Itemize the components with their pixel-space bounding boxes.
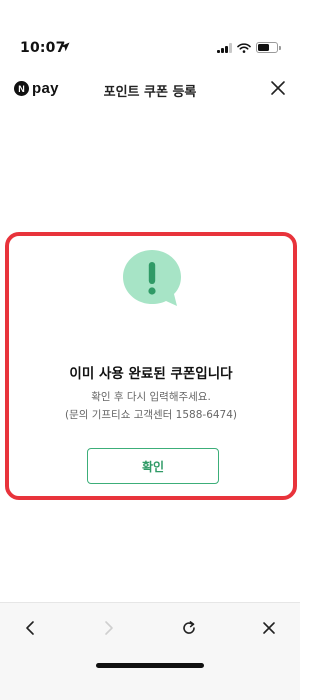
dialog-message: 확인 후 다시 입력해주세요. (문의 기프티쇼 고객센터 1588-6474) — [9, 388, 293, 424]
back-button[interactable] — [19, 617, 41, 639]
status-time: 10:07 — [20, 40, 66, 56]
confirm-button[interactable]: 확인 — [87, 448, 219, 484]
chevron-right-icon — [105, 621, 113, 635]
app-header: N pay 포인트 쿠폰 등록 — [0, 72, 300, 106]
browser-toolbar — [0, 602, 300, 700]
page-title: 포인트 쿠폰 등록 — [103, 85, 197, 100]
system-icons — [217, 42, 281, 53]
alert-dialog: 이미 사용 완료된 쿠폰입니다 확인 후 다시 입력해주세요. (문의 기프티쇼… — [5, 232, 297, 500]
forward-button[interactable] — [98, 617, 120, 639]
home-indicator — [96, 663, 204, 668]
close-icon — [263, 622, 275, 634]
cellular-signal-icon — [217, 42, 232, 53]
dialog-title: 이미 사용 완료된 쿠폰입니다 — [69, 366, 233, 382]
reload-button[interactable] — [178, 617, 200, 639]
wifi-icon — [237, 42, 251, 53]
chevron-left-icon — [26, 621, 34, 635]
location-arrow-icon — [60, 42, 70, 52]
dialog-message-line: (문의 기프티쇼 고객센터 1588-6474) — [64, 409, 238, 421]
reload-icon — [183, 621, 195, 634]
exclamation-speech-bubble-icon — [123, 250, 181, 306]
close-icon[interactable] — [270, 80, 286, 96]
close-tab-button[interactable] — [258, 617, 280, 639]
status-bar: 10:07 — [0, 0, 300, 60]
dialog-message-line: 확인 후 다시 입력해주세요. — [91, 391, 211, 403]
battery-icon — [256, 42, 281, 53]
